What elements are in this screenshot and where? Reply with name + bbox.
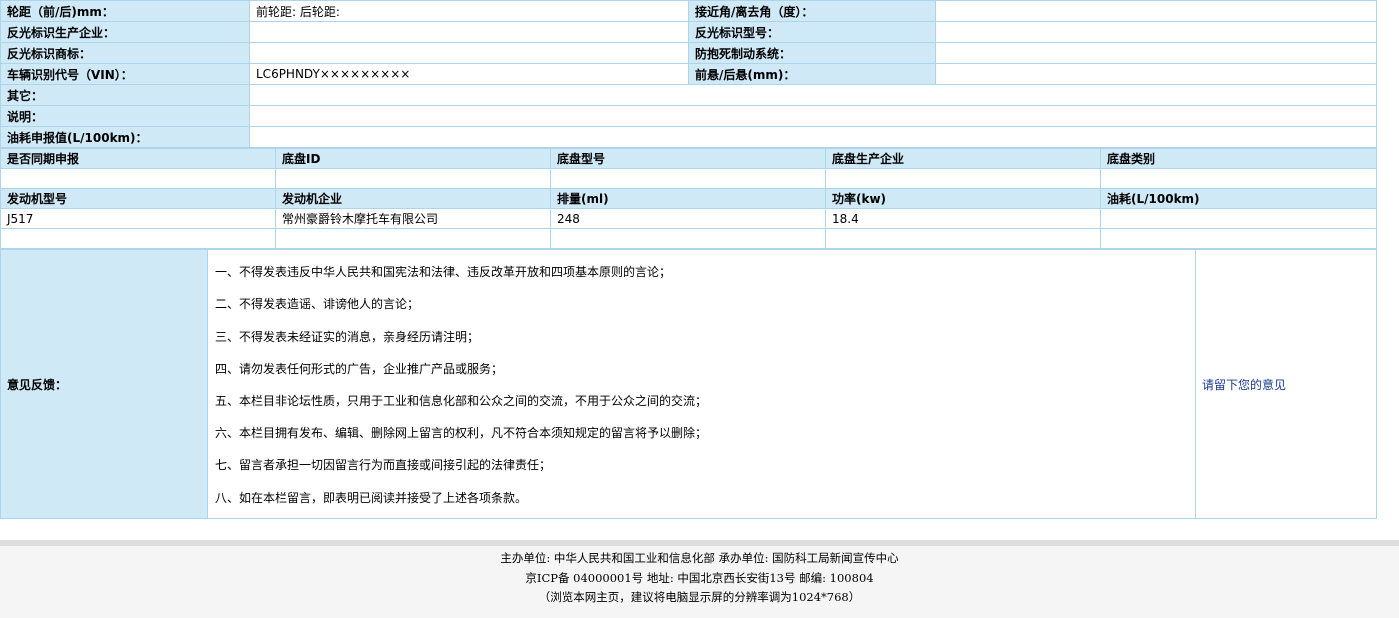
engine-maker-cell: 常州豪爵铃木摩托车有限公司 <box>275 208 551 229</box>
footer-resolution-note: （浏览本网主页，建议将电脑显示屏的分辨率调为1024*768） <box>538 590 861 604</box>
terms-item: 五、本栏目非论坛性质，只用于工业和信息化部和公众之间的交流，不用于公众之间的交流… <box>215 394 708 408</box>
site-footer: 主办单位: 中华人民共和国工业和信息化部 承办单位: 国防科工局新闻宣传中心 京… <box>0 540 1399 618</box>
feedback-terms: 一、不得发表违反中华人民共和国宪法和法律、违反改革开放和四项基本原则的言论； 二… <box>207 249 1196 519</box>
reflector-model-value <box>935 21 1377 43</box>
terms-item: 二、不得发表造谣、诽谤他人的言论； <box>215 297 420 312</box>
chassis-header-cell: 底盘生产企业 <box>825 148 1101 169</box>
overhang-label: 前悬/后悬(mm)： <box>688 63 936 85</box>
approach-departure-angle-value <box>935 0 1377 22</box>
chassis-cell <box>550 168 826 189</box>
other-label: 其它： <box>0 84 250 106</box>
reflector-brand-value <box>249 42 689 64</box>
vin-label: 车辆识别代号（VIN）： <box>0 63 250 85</box>
vin-value: LC6PHNDY××××××××× <box>249 63 689 85</box>
engine-model-cell: J517 <box>0 208 276 229</box>
engine-header-cell: 功率(kw) <box>825 188 1101 209</box>
engine-header-cell: 发动机型号 <box>0 188 276 209</box>
other-value <box>249 84 1377 106</box>
chassis-header-cell: 底盘型号 <box>550 148 826 169</box>
reflector-maker-value <box>249 21 689 43</box>
terms-item: 八、如在本栏留言，即表明已阅读并接受了上述各项条款。 <box>215 490 528 505</box>
terms-item: 三、不得发表未经证实的消息，亲身经历请注明； <box>215 329 480 344</box>
chassis-row <box>0 168 1377 189</box>
engine-header-row: 发动机型号 发动机企业 排量(ml) 功率(kw) 油耗(L/100km) <box>0 188 1377 209</box>
reflector-maker-label: 反光标识生产企业： <box>0 21 250 43</box>
engine-maker-cell <box>275 228 551 249</box>
spec-row: 车辆识别代号（VIN）： LC6PHNDY××××××××× 前悬/后悬(mm)… <box>0 63 1377 85</box>
engine-model-cell <box>0 228 276 249</box>
engine-power-cell <box>825 228 1101 249</box>
chassis-header-cell: 底盘类别 <box>1100 148 1377 169</box>
chassis-cell <box>0 168 276 189</box>
engine-displacement-cell: 248 <box>550 208 826 229</box>
track-width-value: 前轮距: 后轮距: <box>249 0 689 22</box>
footer-icp-address: 京ICP备 04000001号 地址: 中国北京西长安街13号 邮编: 1008… <box>525 570 874 585</box>
chassis-cell <box>1100 168 1377 189</box>
spec-row: 其它： <box>0 84 1377 106</box>
reflector-model-label: 反光标识型号： <box>688 21 936 43</box>
engine-fuel-cell <box>1100 228 1377 249</box>
terms-item: 一、不得发表违反中华人民共和国宪法和法律、违反改革开放和四项基本原则的言论； <box>215 265 672 280</box>
spec-table: 轮距（前/后)mm： 前轮距: 后轮距: 接近角/离去角（度）： 反光标识生产企… <box>0 0 1377 148</box>
terms-item: 四、请勿发表任何形式的广告，企业推广产品或服务； <box>215 361 504 376</box>
track-width-label: 轮距（前/后)mm： <box>0 0 250 22</box>
feedback-row: 意见反馈： 一、不得发表违反中华人民共和国宪法和法律、违反改革开放和四项基本原则… <box>0 249 1377 519</box>
footer-organizer: 主办单位: 中华人民共和国工业和信息化部 承办单位: 国防科工局新闻宣传中心 <box>500 551 899 565</box>
spec-row: 反光标识商标： 防抱死制动系统： <box>0 42 1377 64</box>
engine-row <box>0 228 1377 249</box>
feedback-table: 意见反馈： 一、不得发表违反中华人民共和国宪法和法律、违反改革开放和四项基本原则… <box>0 249 1377 519</box>
note-value <box>249 105 1377 127</box>
engine-fuel-cell <box>1100 208 1377 229</box>
spec-row: 说明： <box>0 105 1377 127</box>
note-label: 说明： <box>0 105 250 127</box>
feedback-link-cell: 请留下您的意见 <box>1195 249 1377 519</box>
fuel-declared-label: 油耗申报值(L/100km)： <box>0 126 250 148</box>
vehicle-detail-page: 轮距（前/后)mm： 前轮距: 后轮距: 接近角/离去角（度）： 反光标识生产企… <box>0 0 1377 519</box>
chassis-header-row: 是否同期申报 底盘ID 底盘型号 底盘生产企业 底盘类别 <box>0 148 1377 169</box>
spec-row: 反光标识生产企业： 反光标识型号： <box>0 21 1377 43</box>
engine-displacement-cell <box>550 228 826 249</box>
engine-power-cell: 18.4 <box>825 208 1101 229</box>
chassis-header-cell: 底盘ID <box>275 148 551 169</box>
engine-row: J517 常州豪爵铃木摩托车有限公司 248 18.4 <box>0 208 1377 229</box>
feedback-label: 意见反馈： <box>0 249 208 519</box>
terms-item: 七、留言者承担一切因留言行为而直接或间接引起的法律责任； <box>215 458 552 473</box>
fuel-declared-value <box>249 126 1377 148</box>
abs-label: 防抱死制动系统： <box>688 42 936 64</box>
engine-header-cell: 油耗(L/100km) <box>1100 188 1377 209</box>
chassis-cell <box>275 168 551 189</box>
chassis-engine-table: 是否同期申报 底盘ID 底盘型号 底盘生产企业 底盘类别 发动机型号 发动机企业… <box>0 148 1377 249</box>
reflector-brand-label: 反光标识商标： <box>0 42 250 64</box>
terms-item: 六、本栏目拥有发布、编辑、删除网上留言的权利，凡不符合本须知规定的留言将予以删除… <box>215 426 708 441</box>
overhang-value <box>935 63 1377 85</box>
engine-header-cell: 排量(ml) <box>550 188 826 209</box>
engine-header-cell: 发动机企业 <box>275 188 551 209</box>
leave-feedback-link[interactable]: 请留下您的意见 <box>1202 378 1286 392</box>
abs-value <box>935 42 1377 64</box>
chassis-cell <box>825 168 1101 189</box>
chassis-header-cell: 是否同期申报 <box>0 148 276 169</box>
spec-row: 轮距（前/后)mm： 前轮距: 后轮距: 接近角/离去角（度）： <box>0 0 1377 22</box>
approach-departure-angle-label: 接近角/离去角（度）： <box>688 0 936 22</box>
spec-row: 油耗申报值(L/100km)： <box>0 126 1377 148</box>
